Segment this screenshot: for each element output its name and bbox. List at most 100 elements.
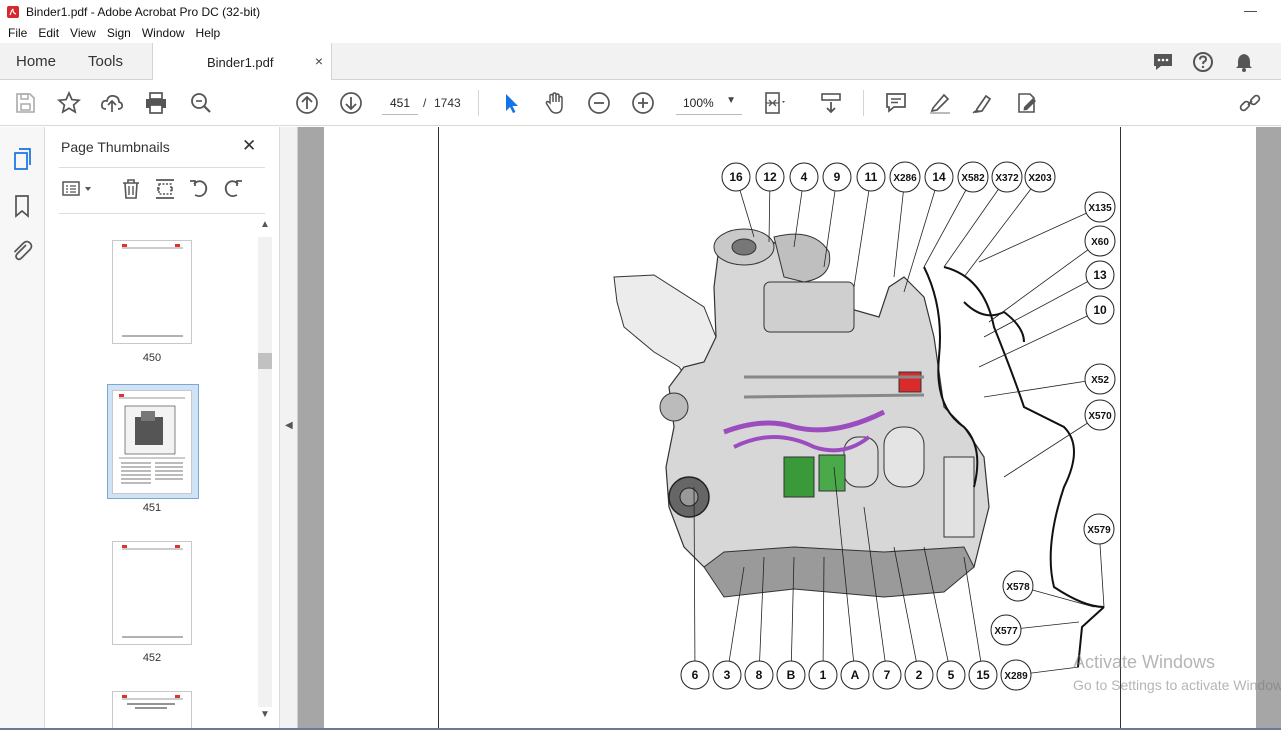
close-tab-button[interactable]: ×: [315, 53, 323, 69]
thumbnail-page-next[interactable]: [112, 691, 192, 729]
page-separator: /: [423, 96, 427, 110]
menu-edit[interactable]: Edit: [34, 26, 63, 40]
menu-window[interactable]: Window: [138, 26, 189, 40]
leader-line: [983, 378, 1101, 398]
scroll-up-icon[interactable]: ▲: [260, 219, 270, 230]
callout-label: X579: [1087, 525, 1111, 536]
toolbar-divider: [863, 90, 864, 116]
thumbnail-page-451[interactable]: [112, 390, 192, 494]
document-tab-label: Binder1.pdf: [207, 55, 274, 70]
previous-page-icon[interactable]: [295, 91, 319, 115]
callout-label: 5: [948, 668, 955, 682]
leader-line: [853, 176, 872, 288]
tab-home[interactable]: Home: [16, 53, 56, 70]
callout-label: 11: [865, 170, 878, 184]
panel-title: Page Thumbnails: [61, 139, 170, 155]
callout-label: B: [787, 668, 796, 682]
zoom-in-icon[interactable]: [631, 91, 655, 115]
page-number-input[interactable]: [382, 91, 418, 115]
menu-help[interactable]: Help: [192, 26, 225, 40]
panel-splitter[interactable]: ◀: [280, 127, 298, 730]
callout-label: 13: [1093, 268, 1107, 282]
thumbnail-label-451: 451: [142, 502, 162, 514]
collapse-panel-icon[interactable]: ◀: [285, 420, 293, 431]
callout-label: 9: [834, 170, 841, 184]
scrollbar-track[interactable]: [258, 237, 272, 707]
delete-trash-icon[interactable]: [119, 177, 143, 201]
bookmark-star-icon[interactable]: [56, 90, 82, 115]
callout-label: X52: [1091, 375, 1109, 386]
callout-label: X286: [893, 173, 917, 184]
select-cursor-icon[interactable]: [499, 91, 523, 115]
thumbnail-options-icon[interactable]: [61, 177, 97, 201]
callout-label: 12: [763, 170, 777, 184]
leader-line: [963, 556, 984, 676]
callout-label: 16: [729, 170, 743, 184]
print-icon[interactable]: [144, 91, 168, 115]
minimize-button[interactable]: —: [1244, 3, 1257, 18]
zoom-out-icon[interactable]: [587, 91, 611, 115]
fit-page-icon[interactable]: [763, 91, 787, 115]
bookmarks-icon[interactable]: [10, 194, 34, 218]
attachments-paperclip-icon[interactable]: [10, 239, 34, 263]
hand-tool-icon[interactable]: [543, 91, 567, 115]
zoom-level-select[interactable]: 100% ▼: [676, 91, 742, 115]
callout-label: 8: [756, 668, 763, 682]
window-title: Binder1.pdf - Adobe Acrobat Pro DC (32-b…: [26, 4, 261, 19]
engine-harness-diagram: 16 12 4 9 11 X286 14 X582 X372 X203X135X601310X52…: [613, 161, 1116, 691]
rotate-left-icon[interactable]: [187, 177, 211, 201]
scroll-down-icon[interactable]: ▼: [260, 709, 270, 720]
leader-line: [978, 309, 1101, 368]
page-preview: [122, 695, 183, 709]
share-link-icon[interactable]: [1238, 91, 1262, 115]
edit-document-icon[interactable]: [1015, 91, 1039, 115]
thumbnails-scrollbar[interactable]: ▲ ▼: [258, 219, 272, 725]
thumbnail-page-450[interactable]: [112, 240, 192, 344]
callout-label: A: [851, 668, 860, 682]
help-icon[interactable]: [1192, 51, 1214, 73]
callout-label: 4: [801, 170, 808, 184]
toolbar-divider: [478, 90, 479, 116]
panel-divider: [59, 167, 265, 168]
callout-label: 1: [820, 668, 827, 682]
tab-document[interactable]: Binder1.pdf ×: [152, 43, 332, 80]
zoom-search-icon[interactable]: [189, 91, 213, 115]
save-icon[interactable]: [13, 91, 37, 115]
zoom-value: 100%: [683, 96, 714, 110]
callout-label: X577: [994, 626, 1018, 637]
page-thumbnails-icon[interactable]: [10, 147, 34, 171]
leader-line: [903, 176, 940, 293]
menu-view[interactable]: View: [66, 26, 100, 40]
comment-bubble-icon[interactable]: [1152, 51, 1174, 73]
close-panel-button[interactable]: ✕: [242, 136, 256, 156]
tab-tools[interactable]: Tools: [88, 53, 123, 70]
scroll-mode-icon[interactable]: [819, 91, 843, 115]
notification-bell-icon[interactable]: [1233, 51, 1255, 73]
thumbnail-page-452[interactable]: [112, 541, 192, 645]
callout-label: 6: [692, 668, 699, 682]
callout-label: X582: [961, 173, 985, 184]
next-page-icon[interactable]: [339, 91, 363, 115]
scrollbar-thumb[interactable]: [258, 353, 272, 369]
tab-bar: Home Tools Binder1.pdf ×: [0, 43, 1281, 80]
callout-label: X570: [1088, 411, 1112, 422]
callout-label: X60: [1091, 237, 1109, 248]
upload-cloud-icon[interactable]: [100, 91, 124, 115]
document-viewport[interactable]: 16 12 4 9 11 X286 14 X582 X372 X203 X135 X60 13 10 X52…: [298, 127, 1281, 730]
menu-bar: File Edit View Sign Window Help: [0, 23, 1281, 43]
menu-file[interactable]: File: [4, 26, 31, 40]
activate-windows-hint: Go to Settings to activate Windows.: [1073, 677, 1281, 693]
rotate-right-icon[interactable]: [221, 177, 245, 201]
callout-label: 2: [916, 668, 923, 682]
highlight-pen-icon[interactable]: [928, 91, 952, 115]
callout-label: 15: [976, 668, 990, 682]
menu-sign[interactable]: Sign: [103, 26, 135, 40]
callout-label: 3: [724, 668, 731, 682]
draw-pen-icon[interactable]: [971, 91, 995, 115]
extract-pages-icon[interactable]: [153, 177, 177, 201]
engine-illustration: [613, 228, 990, 598]
acrobat-icon: [7, 5, 19, 18]
comment-icon[interactable]: [884, 91, 908, 115]
panel-divider: [59, 213, 265, 214]
callout-label: X135: [1088, 203, 1112, 214]
